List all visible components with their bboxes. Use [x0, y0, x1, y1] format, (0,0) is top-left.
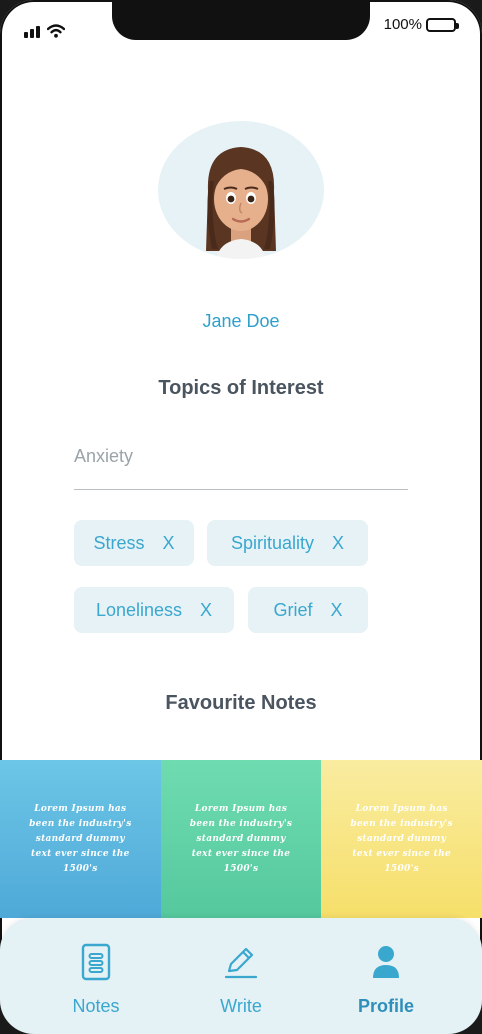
note-card[interactable]: Lorem Ipsum has been the industry's stan…: [321, 760, 482, 918]
user-icon: [373, 946, 399, 978]
battery-percentage: 100%: [383, 16, 422, 33]
favourites-title: Favourite Notes: [165, 692, 317, 714]
tab-label: Notes: [72, 996, 120, 1016]
favourite-notes-row: Lorem Ipsum has been the industry's stan…: [0, 760, 482, 918]
chip-label: Loneliness: [95, 599, 183, 620]
status-left: [24, 16, 65, 38]
battery-icon: [426, 17, 459, 32]
chip-label: Grief: [273, 599, 313, 620]
note-card[interactable]: Lorem Ipsum has been the industry's stan…: [160, 760, 322, 918]
signal-icon: [24, 26, 40, 38]
phone-screen: 100% Jane Doe Topics of Interest Anxiety…: [0, 0, 482, 1034]
topics-title: Topics of Interest: [158, 377, 324, 399]
bottom-tab-bar: Notes Write Profile: [0, 918, 482, 1034]
tab-notes[interactable]: Notes: [16, 918, 176, 1034]
note-text: Lorem Ipsum has been the industry's stan…: [29, 803, 132, 874]
memoji-avatar-icon: [206, 147, 276, 259]
notes-icon: [81, 943, 111, 981]
chip-remove-icon[interactable]: X: [331, 600, 343, 621]
pencil-icon: [224, 947, 258, 979]
chip-remove-icon[interactable]: X: [332, 533, 344, 554]
status-right: 100%: [383, 16, 459, 33]
chip-loneliness[interactable]: Loneliness X: [74, 587, 234, 633]
chip-remove-icon[interactable]: X: [200, 600, 212, 621]
note-text: Lorem Ipsum has been the industry's stan…: [350, 803, 453, 874]
tab-label: Write: [220, 996, 262, 1016]
chip-grief[interactable]: Grief X: [248, 587, 368, 633]
topic-input-field[interactable]: [74, 444, 408, 490]
chip-stress[interactable]: Stress X: [74, 520, 194, 566]
notch: [112, 0, 370, 40]
chip-remove-icon[interactable]: X: [163, 533, 175, 554]
avatar[interactable]: [158, 121, 324, 259]
note-text: Lorem Ipsum has been the industry's stan…: [189, 803, 293, 874]
chip-label: Spirituality: [230, 532, 314, 553]
tab-profile[interactable]: Profile: [306, 918, 466, 1034]
profile-name: Jane Doe: [202, 311, 280, 331]
chip-spirituality[interactable]: Spirituality X: [207, 520, 368, 566]
wifi-icon: [47, 24, 65, 38]
topic-input[interactable]: [74, 446, 408, 467]
chip-label: Stress: [93, 532, 145, 553]
tab-write[interactable]: Write: [161, 918, 321, 1034]
note-card[interactable]: Lorem Ipsum has been the industry's stan…: [0, 760, 161, 918]
tab-label: Profile: [357, 996, 414, 1016]
